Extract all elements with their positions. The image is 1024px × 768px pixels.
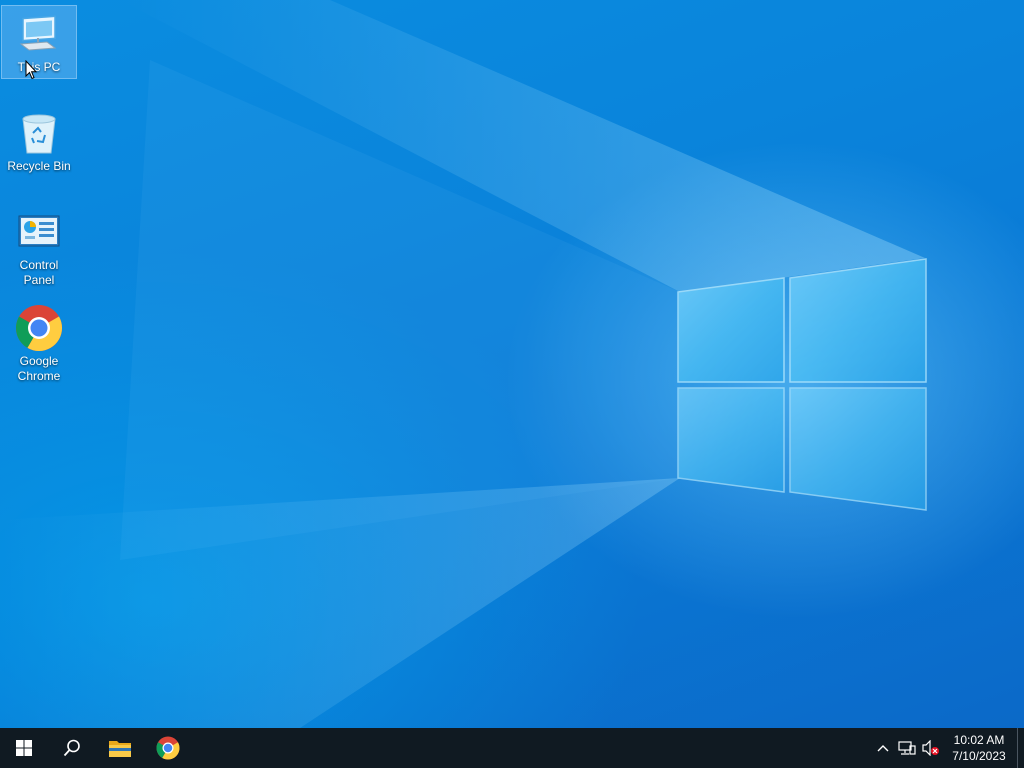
taskbar: 10:02 AM 7/10/2023 [0,728,1024,768]
show-desktop-button[interactable] [1017,728,1024,768]
clock-date: 7/10/2023 [952,749,1006,763]
mouse-cursor-icon [25,60,37,80]
search-icon [63,739,80,757]
recycle-bin-icon [15,109,63,157]
desktop[interactable]: This PC Recycle Bin Control Panel Google… [0,0,1024,728]
desktop-icon-label: Recycle Bin [7,159,71,173]
start-icon [16,740,32,756]
desktop-icon-label: Control Panel [19,258,59,287]
network-icon [898,741,916,755]
chevron-up-icon [877,745,889,752]
desktop-icon-label: Google Chrome [17,354,61,383]
desktop-icon-control-panel[interactable]: Control Panel [2,204,76,291]
network-button[interactable] [895,728,919,768]
file-explorer-button[interactable] [96,728,144,768]
desktop-icon-this-pc[interactable]: This PC [1,5,77,79]
clock-button[interactable]: 10:02 AM 7/10/2023 [943,732,1015,764]
windows-logo-wallpaper [677,258,927,511]
desktop-icon-google-chrome[interactable]: Google Chrome [2,300,76,387]
clock-time: 10:02 AM [953,733,1005,747]
control-panel-icon [15,208,63,256]
start-button[interactable] [0,728,48,768]
chrome-icon [15,304,63,352]
file-explorer-icon [109,741,131,757]
desktop-icon-recycle-bin[interactable]: Recycle Bin [2,105,76,177]
search-button[interactable] [48,728,96,768]
show-hidden-icons-button[interactable] [871,728,895,768]
system-tray: 10:02 AM 7/10/2023 [871,728,1024,768]
chrome-icon [156,736,180,760]
volume-muted-icon [922,740,939,756]
taskbar-chrome-button[interactable] [144,728,192,768]
this-pc-icon [15,10,63,58]
desktop-icon-label: This PC [17,60,61,74]
volume-button[interactable] [919,728,943,768]
